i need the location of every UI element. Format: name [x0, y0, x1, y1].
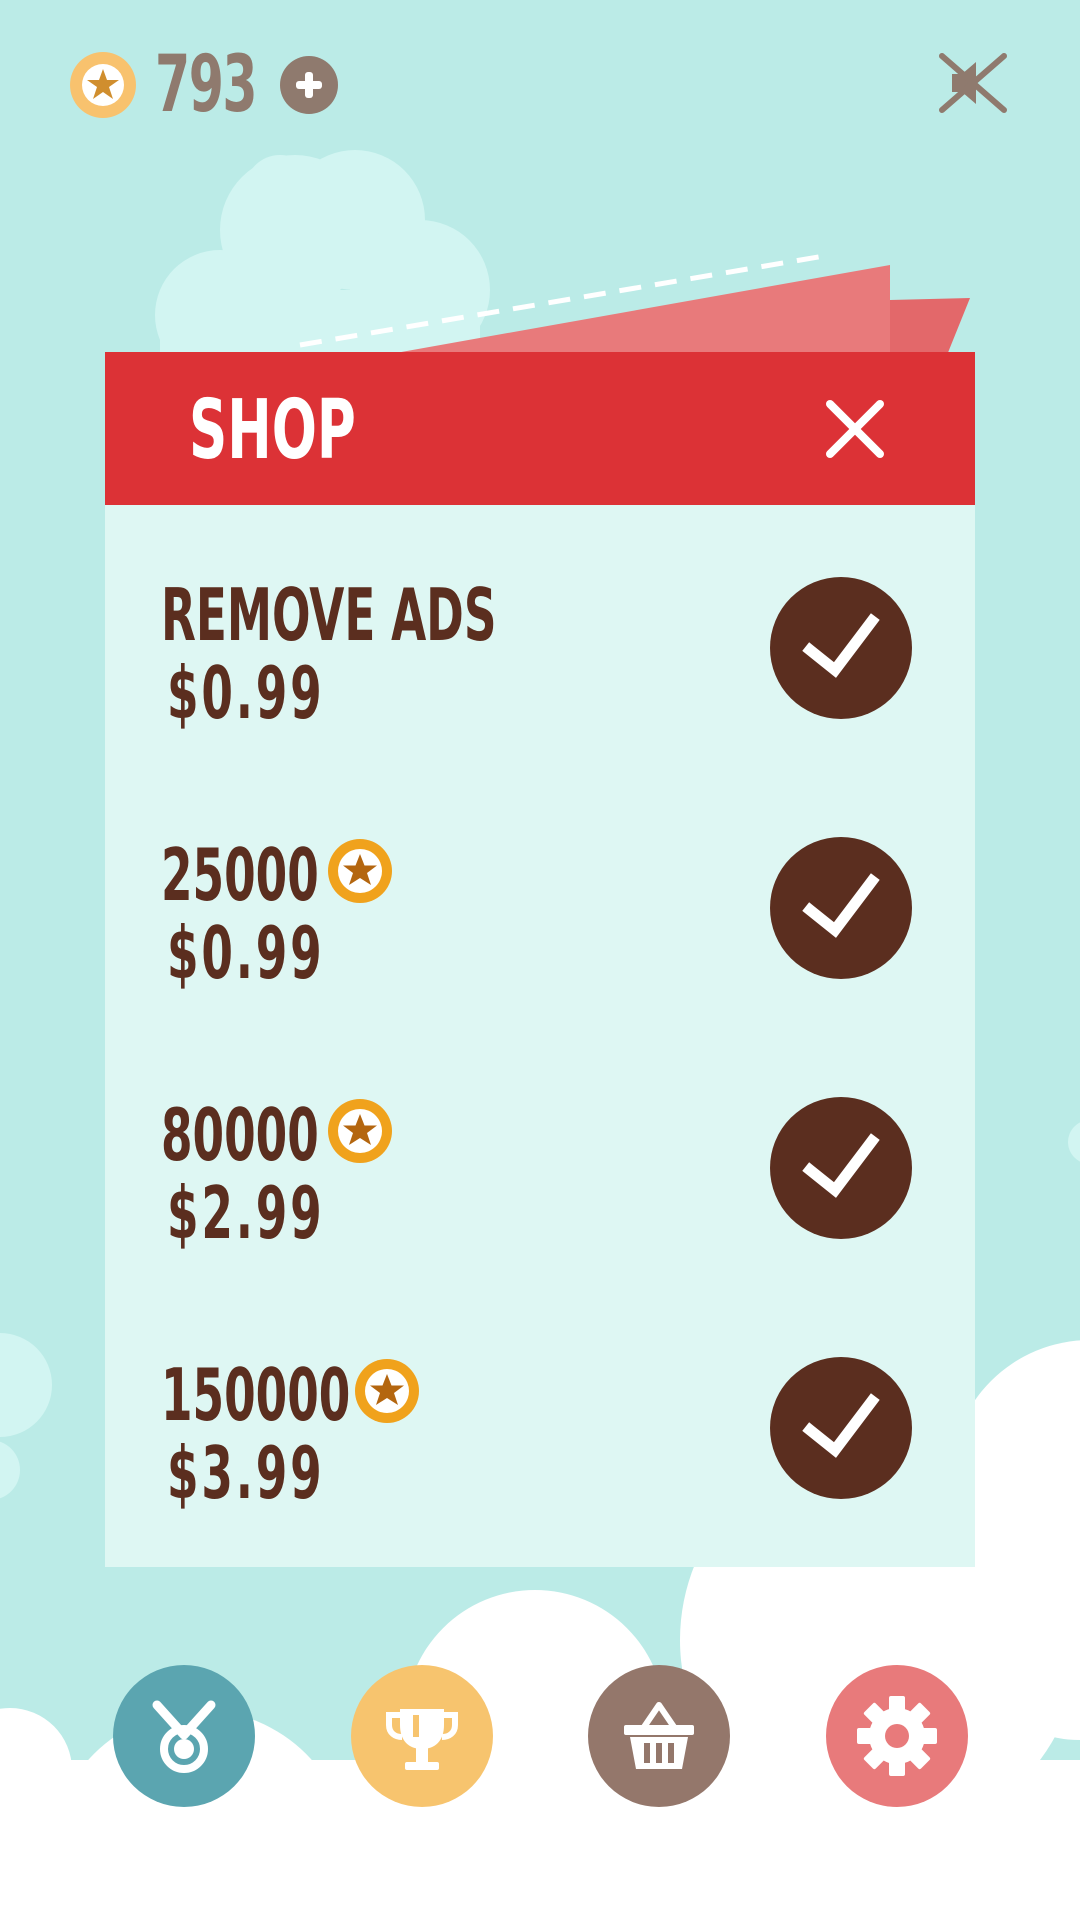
checkmark-icon: [802, 613, 880, 678]
shop-title: SHOP: [189, 383, 356, 478]
trophy-icon: [386, 1709, 458, 1770]
shop-item-coins-25000: 25000 $0.99: [105, 837, 975, 1037]
shop-item-coins-150000: 150000 $3.99: [105, 1357, 975, 1557]
gear-icon: [857, 1696, 937, 1776]
sound-muted-icon[interactable]: [938, 52, 1008, 114]
leaderboard-button[interactable]: [351, 1665, 493, 1807]
item-price: $2.99: [167, 1171, 325, 1255]
shop-button[interactable]: [588, 1665, 730, 1807]
buy-button[interactable]: [770, 577, 912, 719]
buy-button[interactable]: [770, 1097, 912, 1239]
item-price: $0.99: [167, 651, 325, 735]
checkmark-icon: [802, 1133, 880, 1198]
cloud-right-small: [1068, 1122, 1080, 1162]
close-icon[interactable]: [824, 398, 886, 460]
shop-header: SHOP: [105, 352, 975, 505]
achievements-button[interactable]: [113, 1665, 255, 1807]
shop-item-remove-ads: REMOVE ADS $0.99: [105, 577, 975, 777]
medal-icon: [152, 1700, 216, 1773]
add-coins-button[interactable]: [280, 56, 338, 114]
item-price: $0.99: [167, 911, 325, 995]
star-coin-icon: [355, 1359, 419, 1423]
shop-panel: SHOP REMOVE ADS $0.99 25000 $0.99 80000 …: [105, 352, 975, 1567]
buy-button[interactable]: [770, 1357, 912, 1499]
item-name: 150000: [161, 1353, 351, 1437]
item-price: $3.99: [167, 1431, 325, 1515]
item-name: 25000: [161, 833, 319, 917]
checkmark-icon: [802, 1393, 880, 1458]
star-coin-icon: [70, 52, 136, 118]
checkmark-icon: [802, 873, 880, 938]
star-coin-icon: [328, 1099, 392, 1163]
star-coin-icon: [328, 839, 392, 903]
buy-button[interactable]: [770, 837, 912, 979]
coin-count: 793: [155, 40, 258, 130]
item-name: 80000: [161, 1093, 319, 1177]
item-name: REMOVE ADS: [161, 573, 497, 657]
basket-icon: [624, 1702, 694, 1769]
cloud-left: [0, 1333, 52, 1499]
settings-button[interactable]: [826, 1665, 968, 1807]
game-screen: 793 SHOP REMOVE ADS $0.99 25000 $0.99 80…: [0, 0, 1080, 1920]
shop-item-coins-80000: 80000 $2.99: [105, 1097, 975, 1297]
